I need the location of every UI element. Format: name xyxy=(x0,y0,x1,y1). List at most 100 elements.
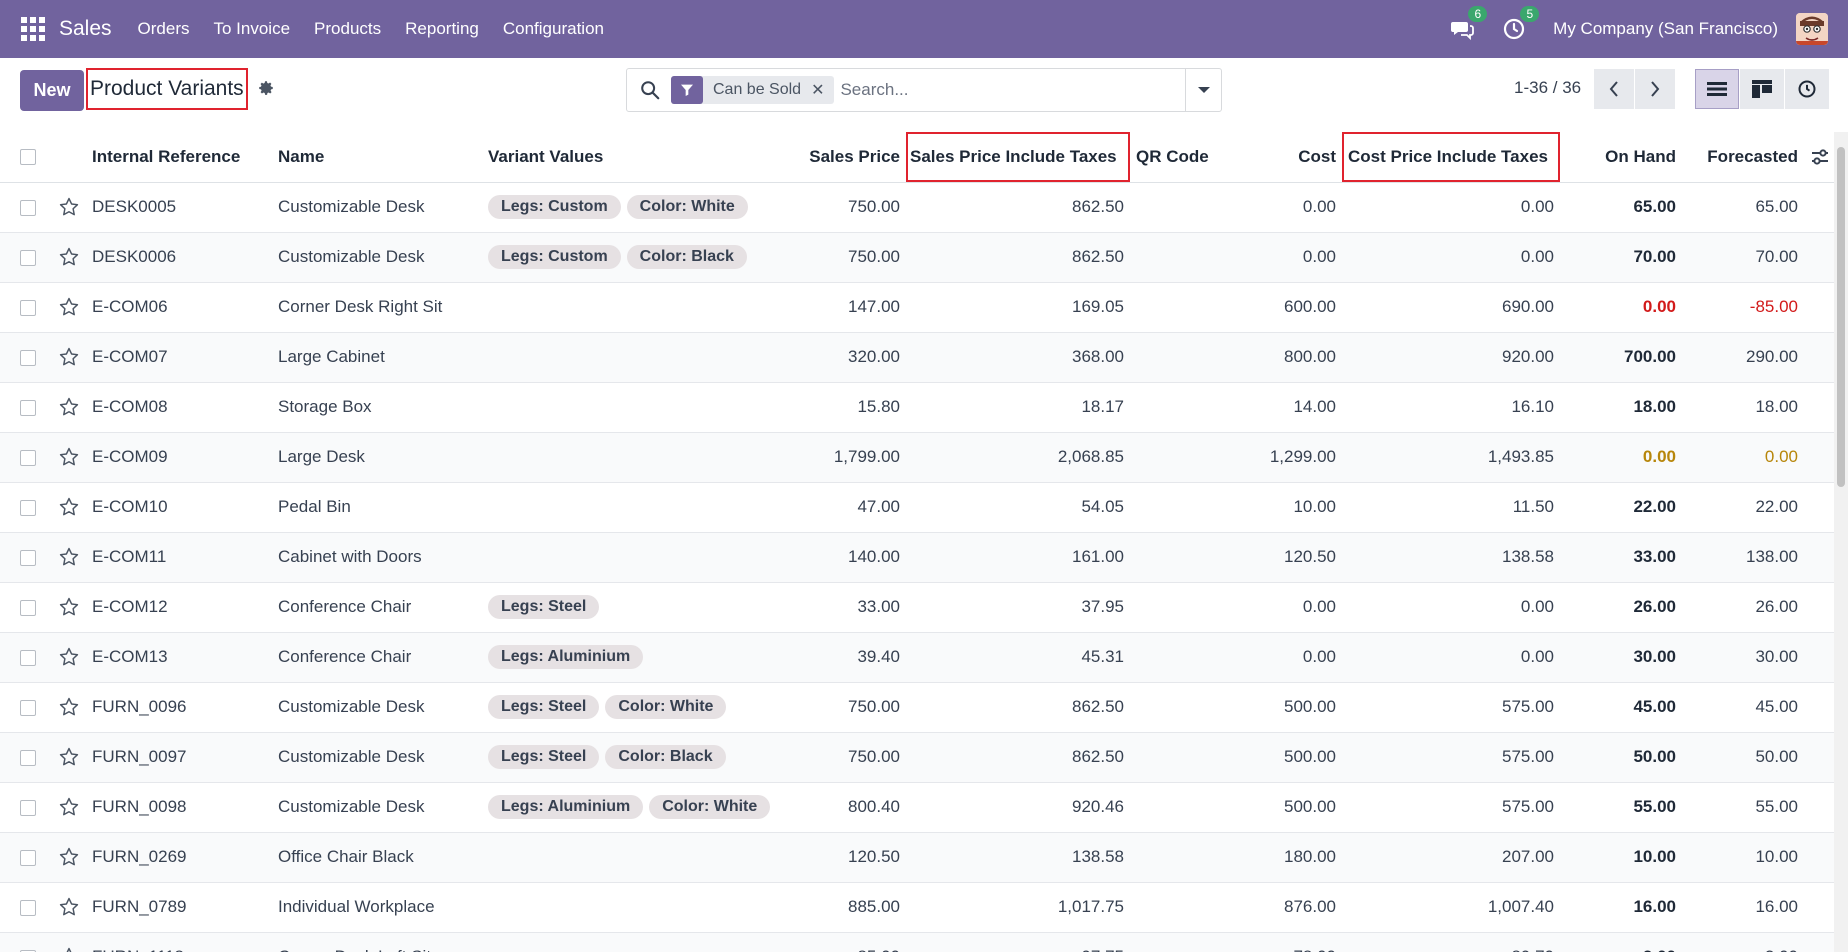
row-checkbox[interactable] xyxy=(0,832,52,882)
favorite-star[interactable] xyxy=(52,882,86,932)
star-icon[interactable] xyxy=(58,496,80,518)
star-icon[interactable] xyxy=(58,396,80,418)
filter-facet[interactable]: Can be Sold ✕ xyxy=(671,76,835,104)
row-checkbox[interactable] xyxy=(0,582,52,632)
table-row[interactable]: DESK0006 Customizable Desk Legs: Custom Col… xyxy=(0,232,1834,282)
row-checkbox[interactable] xyxy=(0,332,52,382)
table-row[interactable]: E-COM07 Large Cabinet 320.00 368.00 800.00 92… xyxy=(0,332,1834,382)
row-checkbox[interactable] xyxy=(0,182,52,232)
app-name[interactable]: Sales xyxy=(59,17,112,41)
row-checkbox[interactable] xyxy=(0,682,52,732)
apps-grid-icon[interactable] xyxy=(21,17,45,41)
star-icon[interactable] xyxy=(58,196,80,218)
menu-to-invoice[interactable]: To Invoice xyxy=(202,19,303,39)
favorite-star[interactable] xyxy=(52,782,86,832)
chat-icon[interactable]: 6 xyxy=(1449,6,1488,42)
menu-configuration[interactable]: Configuration xyxy=(491,19,616,39)
search-input[interactable] xyxy=(840,75,1171,105)
pager-previous-button[interactable] xyxy=(1594,69,1634,109)
row-checkbox[interactable] xyxy=(0,532,52,582)
kanban-view-button[interactable] xyxy=(1740,69,1784,109)
table-row[interactable]: E-COM11 Cabinet with Doors 140.00 161.00 120… xyxy=(0,532,1834,582)
header-cost[interactable]: Cost xyxy=(1220,132,1342,182)
favorite-star[interactable] xyxy=(52,682,86,732)
row-checkbox[interactable] xyxy=(0,932,52,952)
sliders-icon[interactable] xyxy=(1810,147,1830,167)
pager-value[interactable]: 1-36 / 36 xyxy=(1514,78,1581,98)
table-row[interactable]: FURN_1118Corner Desk Left Sit 85.0097.75 7… xyxy=(0,932,1834,952)
favorite-star[interactable] xyxy=(52,232,86,282)
header-name[interactable]: Name xyxy=(272,132,482,182)
scrollbar-thumb[interactable] xyxy=(1837,147,1845,487)
menu-orders[interactable]: Orders xyxy=(126,19,202,39)
header-sales-price-include-taxes[interactable]: Sales Price Include Taxes xyxy=(906,132,1130,182)
table-row[interactable]: FURN_0098 Customizable Desk Legs: Aluminiu… xyxy=(0,782,1834,832)
table-row[interactable]: E-COM09 Large Desk 1,799.00 2,068.85 1,299.0… xyxy=(0,432,1834,482)
star-icon[interactable] xyxy=(58,796,80,818)
star-icon[interactable] xyxy=(58,346,80,368)
menu-products[interactable]: Products xyxy=(302,19,393,39)
table-row[interactable]: E-COM13 Conference Chair Legs: Aluminium 39… xyxy=(0,632,1834,682)
star-icon[interactable] xyxy=(58,696,80,718)
search-options-toggle[interactable] xyxy=(1185,69,1221,111)
favorite-star[interactable] xyxy=(52,632,86,682)
menu-reporting[interactable]: Reporting xyxy=(393,19,491,39)
row-checkbox[interactable] xyxy=(0,232,52,282)
favorite-star[interactable] xyxy=(52,382,86,432)
favorite-star[interactable] xyxy=(52,932,86,952)
vertical-scrollbar[interactable] xyxy=(1834,132,1848,952)
header-qr-code[interactable]: QR Code xyxy=(1130,132,1220,182)
star-icon[interactable] xyxy=(58,946,80,952)
favorite-star[interactable] xyxy=(52,182,86,232)
gear-icon[interactable] xyxy=(257,79,275,97)
header-on-hand[interactable]: On Hand xyxy=(1560,132,1682,182)
star-icon[interactable] xyxy=(58,296,80,318)
star-icon[interactable] xyxy=(58,896,80,918)
favorite-star[interactable] xyxy=(52,482,86,532)
star-icon[interactable] xyxy=(58,746,80,768)
star-icon[interactable] xyxy=(58,446,80,468)
favorite-star[interactable] xyxy=(52,582,86,632)
select-all-checkbox[interactable] xyxy=(0,132,52,182)
favorite-star[interactable] xyxy=(52,532,86,582)
row-checkbox[interactable] xyxy=(0,882,52,932)
table-row[interactable]: DESK0005 Customizable Desk Legs: Custom Col… xyxy=(0,182,1834,232)
optional-columns-toggle[interactable] xyxy=(1804,132,1834,182)
row-checkbox[interactable] xyxy=(0,282,52,332)
star-icon[interactable] xyxy=(58,846,80,868)
star-icon[interactable] xyxy=(58,596,80,618)
header-internal-reference[interactable]: Internal Reference xyxy=(86,132,272,182)
favorite-star[interactable] xyxy=(52,732,86,782)
table-row[interactable]: FURN_0097 Customizable Desk Legs: Steel Col… xyxy=(0,732,1834,782)
favorite-star[interactable] xyxy=(52,832,86,882)
header-cost-price-include-taxes[interactable]: Cost Price Include Taxes xyxy=(1342,132,1560,182)
row-checkbox[interactable] xyxy=(0,732,52,782)
avatar[interactable] xyxy=(1796,13,1828,45)
header-variant-values[interactable]: Variant Values xyxy=(482,132,802,182)
search-icon[interactable] xyxy=(639,79,661,101)
star-icon[interactable] xyxy=(58,246,80,268)
remove-facet-icon[interactable]: ✕ xyxy=(811,80,834,100)
row-checkbox[interactable] xyxy=(0,632,52,682)
favorite-star[interactable] xyxy=(52,432,86,482)
table-row[interactable]: FURN_0789 Individual Workplace 885.00 1,017… xyxy=(0,882,1834,932)
favorite-star[interactable] xyxy=(52,282,86,332)
activity-view-button[interactable] xyxy=(1785,69,1829,109)
star-icon[interactable] xyxy=(58,646,80,668)
page-title[interactable]: Product Variants xyxy=(86,68,248,110)
new-button[interactable]: New xyxy=(20,70,84,111)
favorite-star[interactable] xyxy=(52,332,86,382)
row-checkbox[interactable] xyxy=(0,432,52,482)
clock-icon[interactable]: 5 xyxy=(1501,6,1540,42)
table-row[interactable]: FURN_0096 Customizable Desk Legs: Steel Col… xyxy=(0,682,1834,732)
table-row[interactable]: E-COM12 Conference Chair Legs: Steel 33.00 3… xyxy=(0,582,1834,632)
table-row[interactable]: E-COM06 Corner Desk Right Sit 147.00 169.05… xyxy=(0,282,1834,332)
pager-next-button[interactable] xyxy=(1635,69,1675,109)
table-row[interactable]: E-COM10 Pedal Bin 47.00 54.05 10.00 11.50 22.0… xyxy=(0,482,1834,532)
header-forecasted[interactable]: Forecasted xyxy=(1682,132,1804,182)
table-row[interactable]: FURN_0269 Office Chair Black 120.50 138.58 1… xyxy=(0,832,1834,882)
row-checkbox[interactable] xyxy=(0,382,52,432)
company-switcher[interactable]: My Company (San Francisco) xyxy=(1553,19,1778,39)
list-view-button[interactable] xyxy=(1695,69,1739,109)
row-checkbox[interactable] xyxy=(0,782,52,832)
